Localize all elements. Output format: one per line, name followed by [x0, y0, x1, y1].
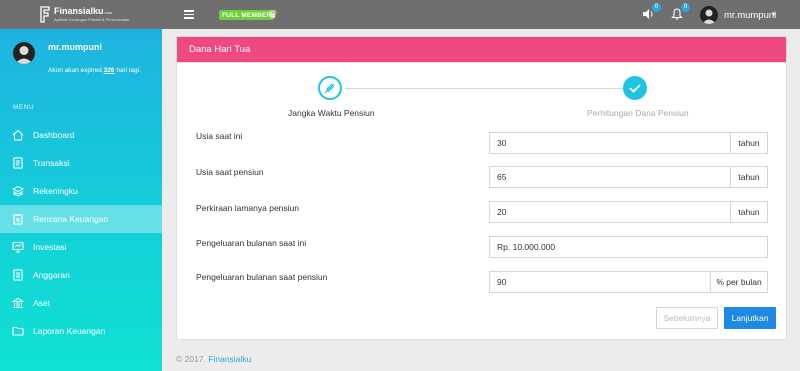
- retirement-age-label: Usia saat pensiun: [196, 167, 264, 177]
- current-age-input[interactable]: 30: [489, 132, 731, 154]
- brand-text: Finansialku.com Aplikasi Keuangan Pribad…: [54, 5, 130, 23]
- sidebar-item-label: Investasi: [33, 242, 67, 252]
- current-monthly-expense-label: Pengeluaran bulanan saat ini: [196, 238, 307, 248]
- retirement-monthly-expense-input[interactable]: 90: [489, 271, 711, 293]
- step-two-indicator: [623, 76, 647, 100]
- brand-tagline: Aplikasi Keuangan Pribadi & Perencanaan: [54, 16, 130, 22]
- stepper-connector: [345, 88, 627, 89]
- sidebar-item-aset[interactable]: Aset: [0, 289, 162, 317]
- current-monthly-expense-input[interactable]: Rp. 10.000.000: [489, 236, 768, 258]
- top-bar: Finansialku.com Aplikasi Keuangan Pribad…: [0, 0, 800, 29]
- sidebar-item-label: Rekeningku: [33, 186, 78, 196]
- sidebar-item-label: Anggaran: [33, 270, 70, 280]
- current-age-unit: tahun: [731, 132, 768, 154]
- retirement-monthly-expense-unit: % per bulan: [711, 271, 768, 293]
- brand-logo[interactable]: Finansialku.com Aplikasi Keuangan Pribad…: [40, 6, 129, 23]
- step-one-label: Jangka Waktu Pensiun: [288, 108, 375, 118]
- footer-link[interactable]: Finansialku: [208, 354, 251, 364]
- monitor-icon: [12, 241, 24, 253]
- sidebar-item-transaksi[interactable]: Transaksi: [0, 149, 162, 177]
- retirement-age-unit: tahun: [731, 166, 768, 188]
- footer-copyright: © 2017.: [176, 354, 206, 364]
- avatar[interactable]: [700, 6, 718, 24]
- sidebar-item-label: Aset: [33, 298, 51, 308]
- sidebar-item-laporan-keuangan[interactable]: Laporan Keuangan: [0, 317, 162, 345]
- sidebar: mr.mumpuni Akun akan expired 326 hari la…: [0, 29, 162, 371]
- list-icon: [13, 269, 23, 281]
- membership-badge: FULL MEMBER: [219, 10, 275, 20]
- sidebar-item-label: Rencana Keuangan: [33, 214, 109, 224]
- retirement-monthly-expense-label: Pengeluaran bulanan saat pensiun: [196, 272, 328, 282]
- notification-count-badge: 0: [681, 3, 690, 12]
- previous-button[interactable]: Sebelumnya: [656, 307, 718, 329]
- sidebar-item-rencana-keuangan[interactable]: Rencana Keuangan: [0, 205, 162, 233]
- brand-name: Finansialku.com: [54, 5, 113, 16]
- checkmark-icon: [629, 84, 641, 93]
- hamburger-menu-icon[interactable]: [184, 10, 194, 19]
- retirement-age-input[interactable]: 65: [489, 166, 731, 188]
- retirement-duration-label: Perkiraan lamanya pensiun: [196, 203, 300, 213]
- current-age-label: Usia saat ini: [196, 131, 243, 141]
- sidebar-avatar: [13, 42, 35, 64]
- receipt-icon: [13, 157, 23, 169]
- footer: © 2017. Finansialku: [176, 354, 251, 364]
- card-title: Dana Hari Tua: [177, 37, 786, 63]
- layers-icon: [12, 185, 24, 197]
- step-one-indicator: [318, 76, 342, 100]
- bank-icon: [12, 297, 24, 308]
- clipboard-icon: [13, 214, 23, 225]
- chevron-down-icon[interactable]: ▾: [772, 10, 776, 18]
- sidebar-item-rekeningku[interactable]: Rekeningku: [0, 177, 162, 205]
- sidebar-item-label: Dashboard: [33, 130, 75, 140]
- sidebar-username: mr.mumpuni: [48, 42, 103, 52]
- sidebar-menu: Dashboard Transaksi Rekeningku Rencana K…: [0, 121, 162, 345]
- retirement-duration-unit: tahun: [731, 201, 768, 223]
- folder-icon: [12, 326, 24, 336]
- retirement-duration-input[interactable]: 20: [489, 201, 731, 223]
- next-button[interactable]: Lanjutkan: [724, 307, 776, 329]
- sidebar-item-investasi[interactable]: Investasi: [0, 233, 162, 261]
- finansialku-logo-icon: [40, 6, 50, 23]
- menu-section-label: MENU: [13, 104, 35, 111]
- home-icon: [12, 129, 24, 141]
- retirement-fund-card: Dana Hari Tua Jangka Waktu Pensiun Perhi…: [176, 36, 787, 340]
- quill-icon: [324, 83, 335, 94]
- sidebar-item-anggaran[interactable]: Anggaran: [0, 261, 162, 289]
- crown-icon: ♛: [268, 9, 278, 21]
- account-expiry-text: Akun akan expired 326 hari lagi.: [48, 67, 141, 74]
- speaker-count-badge: 0: [652, 3, 661, 12]
- sidebar-item-dashboard[interactable]: Dashboard: [0, 121, 162, 149]
- user-menu-name[interactable]: mr.mumpuni: [724, 10, 776, 21]
- sidebar-item-label: Transaksi: [33, 158, 70, 168]
- sidebar-item-label: Laporan Keuangan: [33, 326, 106, 336]
- step-two-label: Perhitungan Dana Pensiun: [587, 108, 689, 118]
